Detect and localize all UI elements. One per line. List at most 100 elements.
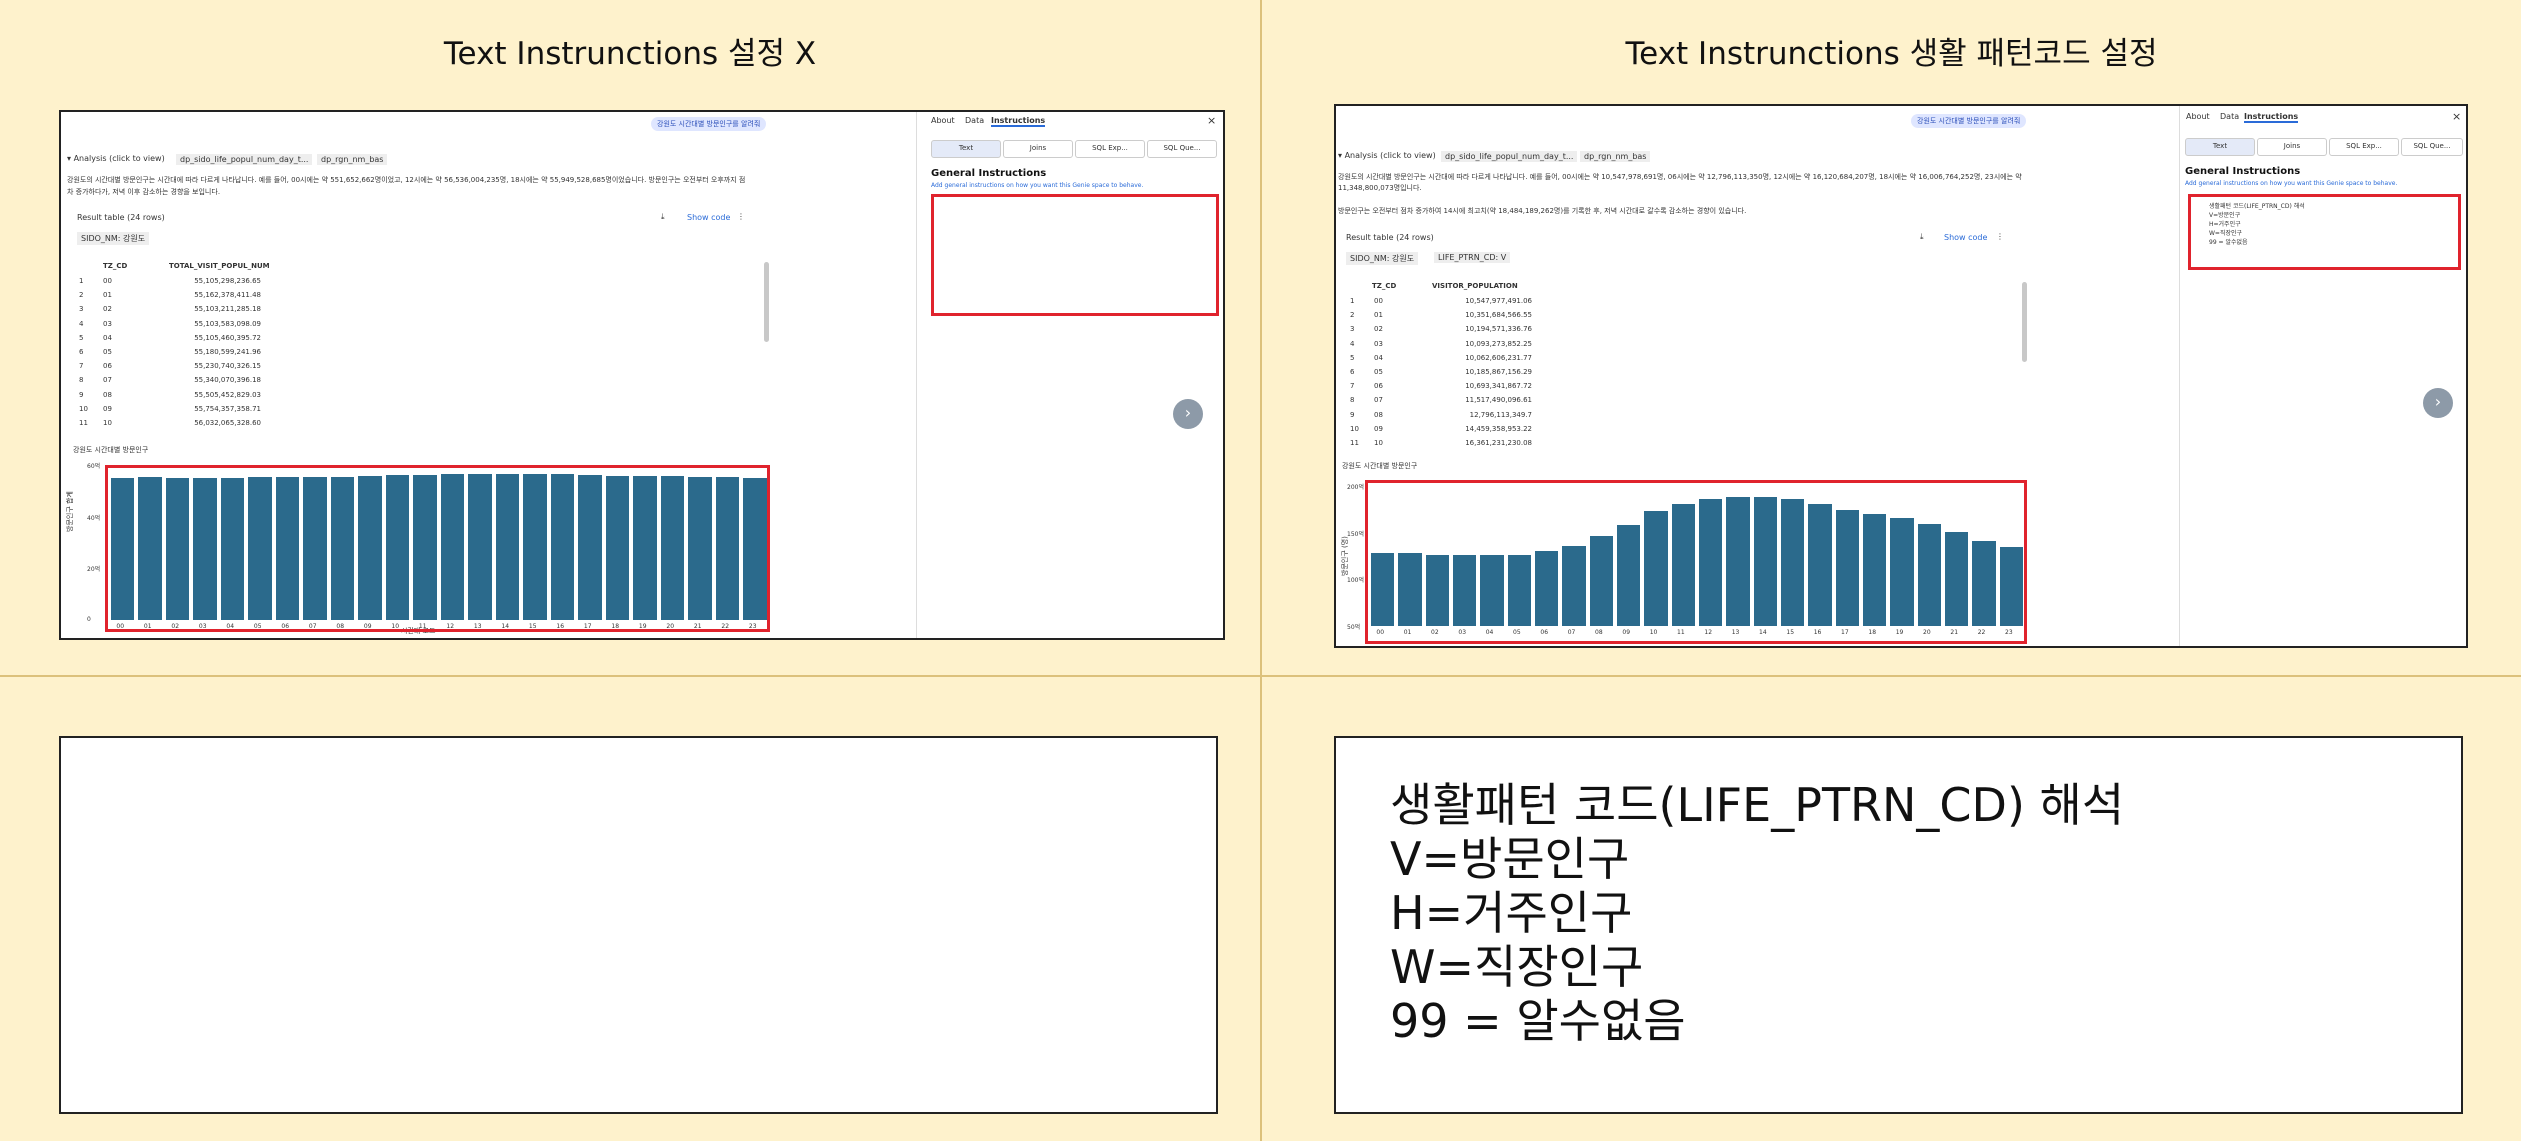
y-tick-label: 40억 <box>87 514 101 522</box>
joins-button[interactable]: Joins <box>1003 140 1073 158</box>
row-tz-cd: 04 <box>103 333 112 342</box>
y-tick-label: 20억 <box>87 566 101 574</box>
result-table-label: Result table (24 rows) <box>77 213 165 222</box>
instruction-detail-line: W=직장인구 <box>1390 940 1644 994</box>
general-instructions-subtitle: Add general instructions on how you want… <box>931 182 1144 189</box>
row-index: 3 <box>1350 325 1355 334</box>
row-value: 10,351,684,566.55 <box>1465 311 1532 320</box>
genie-question-chip[interactable]: 강원도 시간대별 방문인구를 알려줘 <box>651 117 767 131</box>
analysis-toggle[interactable]: ▾ Analysis (click to view) <box>67 154 165 163</box>
vertical-divider <box>1260 0 1262 1141</box>
show-code-link[interactable]: Show code <box>687 213 730 222</box>
table-tag-1[interactable]: dp_sido_life_popul_num_day_t... <box>176 154 313 165</box>
row-index: 11 <box>1350 439 1359 447</box>
tab-instructions[interactable]: Instructions <box>2244 112 2299 123</box>
general-instructions-title: General Instructions <box>2185 166 2301 177</box>
left-screenshot: 강원도 시간대별 방문인구를 알려줘 ▾ Analysis (click to … <box>59 110 1225 640</box>
row-value: 10,093,273,852.25 <box>1465 339 1532 348</box>
summary-line-3: 방문인구는 오전부터 점차 증가하여 14시에 최고치(약 18,484,189… <box>1338 207 1747 215</box>
row-tz-cd: 03 <box>1374 339 1383 348</box>
summary-line-1: 강원도의 시간대별 방문인구는 시간대에 따라 다르게 나타납니다. 예를 들어… <box>67 176 746 184</box>
instruction-line: V=방문인구 <box>2209 212 2241 219</box>
more-icon[interactable]: ⋮ <box>737 212 745 221</box>
row-index: 10 <box>1350 424 1359 433</box>
filter-chip-life-pattern[interactable]: LIFE_PTRN_CD: V <box>1434 252 1511 263</box>
analysis-toggle[interactable]: ▾ Analysis (click to view) <box>1338 151 1436 160</box>
row-index: 3 <box>79 305 84 314</box>
general-instructions-title: General Instructions <box>931 168 1047 179</box>
tab-data[interactable]: Data <box>2220 112 2239 121</box>
general-instructions-subtitle: Add general instructions on how you want… <box>2185 180 2398 187</box>
sql-queries-button[interactable]: SQL Que... <box>2401 138 2463 156</box>
chevron-right-icon[interactable]: › <box>2423 388 2453 418</box>
download-icon[interactable]: ⤓ <box>661 212 665 222</box>
column-header-visitor: VISITOR_POPULATION <box>1432 282 1518 290</box>
table-tag-2[interactable]: dp_rgn_nm_bas <box>1580 151 1651 162</box>
row-value: 55,105,460,395.72 <box>194 333 261 342</box>
row-index: 5 <box>1350 353 1355 362</box>
chevron-right-icon[interactable]: › <box>1173 399 1203 429</box>
row-index: 10 <box>79 404 88 413</box>
instructions-input[interactable]: 생활패턴 코드(LIFE_PTRN_CD) 해석 V=방문인구 H=거주인구 W=직장… <box>2188 194 2461 270</box>
row-tz-cd: 01 <box>103 291 112 300</box>
sql-expressions-button[interactable]: SQL Exp... <box>1075 140 1145 158</box>
row-tz-cd: 05 <box>1374 368 1383 376</box>
analysis-label: Analysis (click to view) <box>1344 151 1436 160</box>
row-value: 16,361,231,230.08 <box>1465 439 1532 447</box>
genie-question-chip[interactable]: 강원도 시간대별 방문인구를 알려줘 <box>1911 114 2027 128</box>
download-icon[interactable]: ⤓ <box>1920 232 1924 242</box>
instruction-detail-line: 99 = 알수없음 <box>1390 994 1686 1048</box>
tab-about[interactable]: About <box>931 116 955 125</box>
table-scrollbar[interactable] <box>2022 282 2027 362</box>
instruction-line: H=거주인구 <box>2209 221 2241 228</box>
horizontal-divider <box>0 675 2521 677</box>
instruction-line: 생활패턴 코드(LIFE_PTRN_CD) 해석 <box>2209 203 2305 210</box>
row-tz-cd: 06 <box>1374 382 1383 391</box>
more-icon[interactable]: ⋮ <box>1996 232 2004 241</box>
y-tick-label: 50억 <box>1347 624 1361 631</box>
y-tick-label: 150억 <box>1347 530 1364 538</box>
joins-button[interactable]: Joins <box>2257 138 2327 156</box>
row-value: 11,517,490,096.61 <box>1465 396 1532 405</box>
table-scrollbar[interactable] <box>764 262 769 342</box>
filter-chip-sido[interactable]: SIDO_NM: 강원도 <box>1346 252 1419 265</box>
column-header-tz: TZ_CD <box>103 262 128 270</box>
instruction-detail-line: V=방문인구 <box>1390 832 1630 886</box>
tab-about[interactable]: About <box>2186 112 2210 121</box>
left-quadrant-title: Text Instrunctions 설정 X <box>443 36 817 72</box>
text-button[interactable]: Text <box>2185 138 2255 156</box>
row-tz-cd: 04 <box>1374 353 1383 362</box>
y-tick-label: 60억 <box>87 463 101 470</box>
summary-line-2: 차 증가하다가, 저녁 이후 감소하는 경향을 보입니다. <box>67 188 221 196</box>
filter-chip-sido[interactable]: SIDO_NM: 강원도 <box>77 232 150 245</box>
highlight-chart-box <box>1365 480 2027 644</box>
close-icon[interactable]: × <box>1207 114 1216 127</box>
row-value: 14,459,358,953.22 <box>1465 424 1532 433</box>
instructions-detail-box: 생활패턴 코드(LIFE_PTRN_CD) 해석 V=방문인구 H=거주인구 W=직장… <box>1334 736 2463 1114</box>
sql-queries-button[interactable]: SQL Que... <box>1147 140 1217 158</box>
sql-expressions-button[interactable]: SQL Exp... <box>2329 138 2399 156</box>
summary-line-2: 11,348,800,073명입니다. <box>1338 184 1422 192</box>
instruction-line: W=직장인구 <box>2209 230 2243 237</box>
row-index: 8 <box>79 376 84 385</box>
row-value: 55,230,740,326.15 <box>194 362 261 371</box>
chart-title: 강원도 시간대별 방문인구 <box>1342 462 1418 470</box>
tab-instructions[interactable]: Instructions <box>991 116 1046 127</box>
close-icon[interactable]: × <box>2452 110 2461 123</box>
row-value: 55,754,357,358.71 <box>194 404 261 413</box>
table-tag-1[interactable]: dp_sido_life_popul_num_day_t... <box>1441 151 1578 162</box>
table-tag-2[interactable]: dp_rgn_nm_bas <box>317 154 388 165</box>
row-index: 1 <box>1350 297 1355 305</box>
row-index: 4 <box>79 319 84 328</box>
row-tz-cd: 02 <box>1374 325 1383 334</box>
empty-instructions-box <box>59 736 1218 1114</box>
row-tz-cd: 00 <box>1374 297 1383 305</box>
text-button[interactable]: Text <box>931 140 1001 158</box>
row-tz-cd: 10 <box>1374 439 1383 447</box>
row-index: 8 <box>1350 396 1355 405</box>
column-header-visit: TOTAL_VISIT_POPUL_NUM <box>169 262 270 270</box>
tab-data[interactable]: Data <box>965 116 984 125</box>
show-code-link[interactable]: Show code <box>1944 233 1987 242</box>
y-axis-label: 방문인구 합계 <box>66 491 74 532</box>
instructions-input[interactable] <box>931 194 1219 316</box>
